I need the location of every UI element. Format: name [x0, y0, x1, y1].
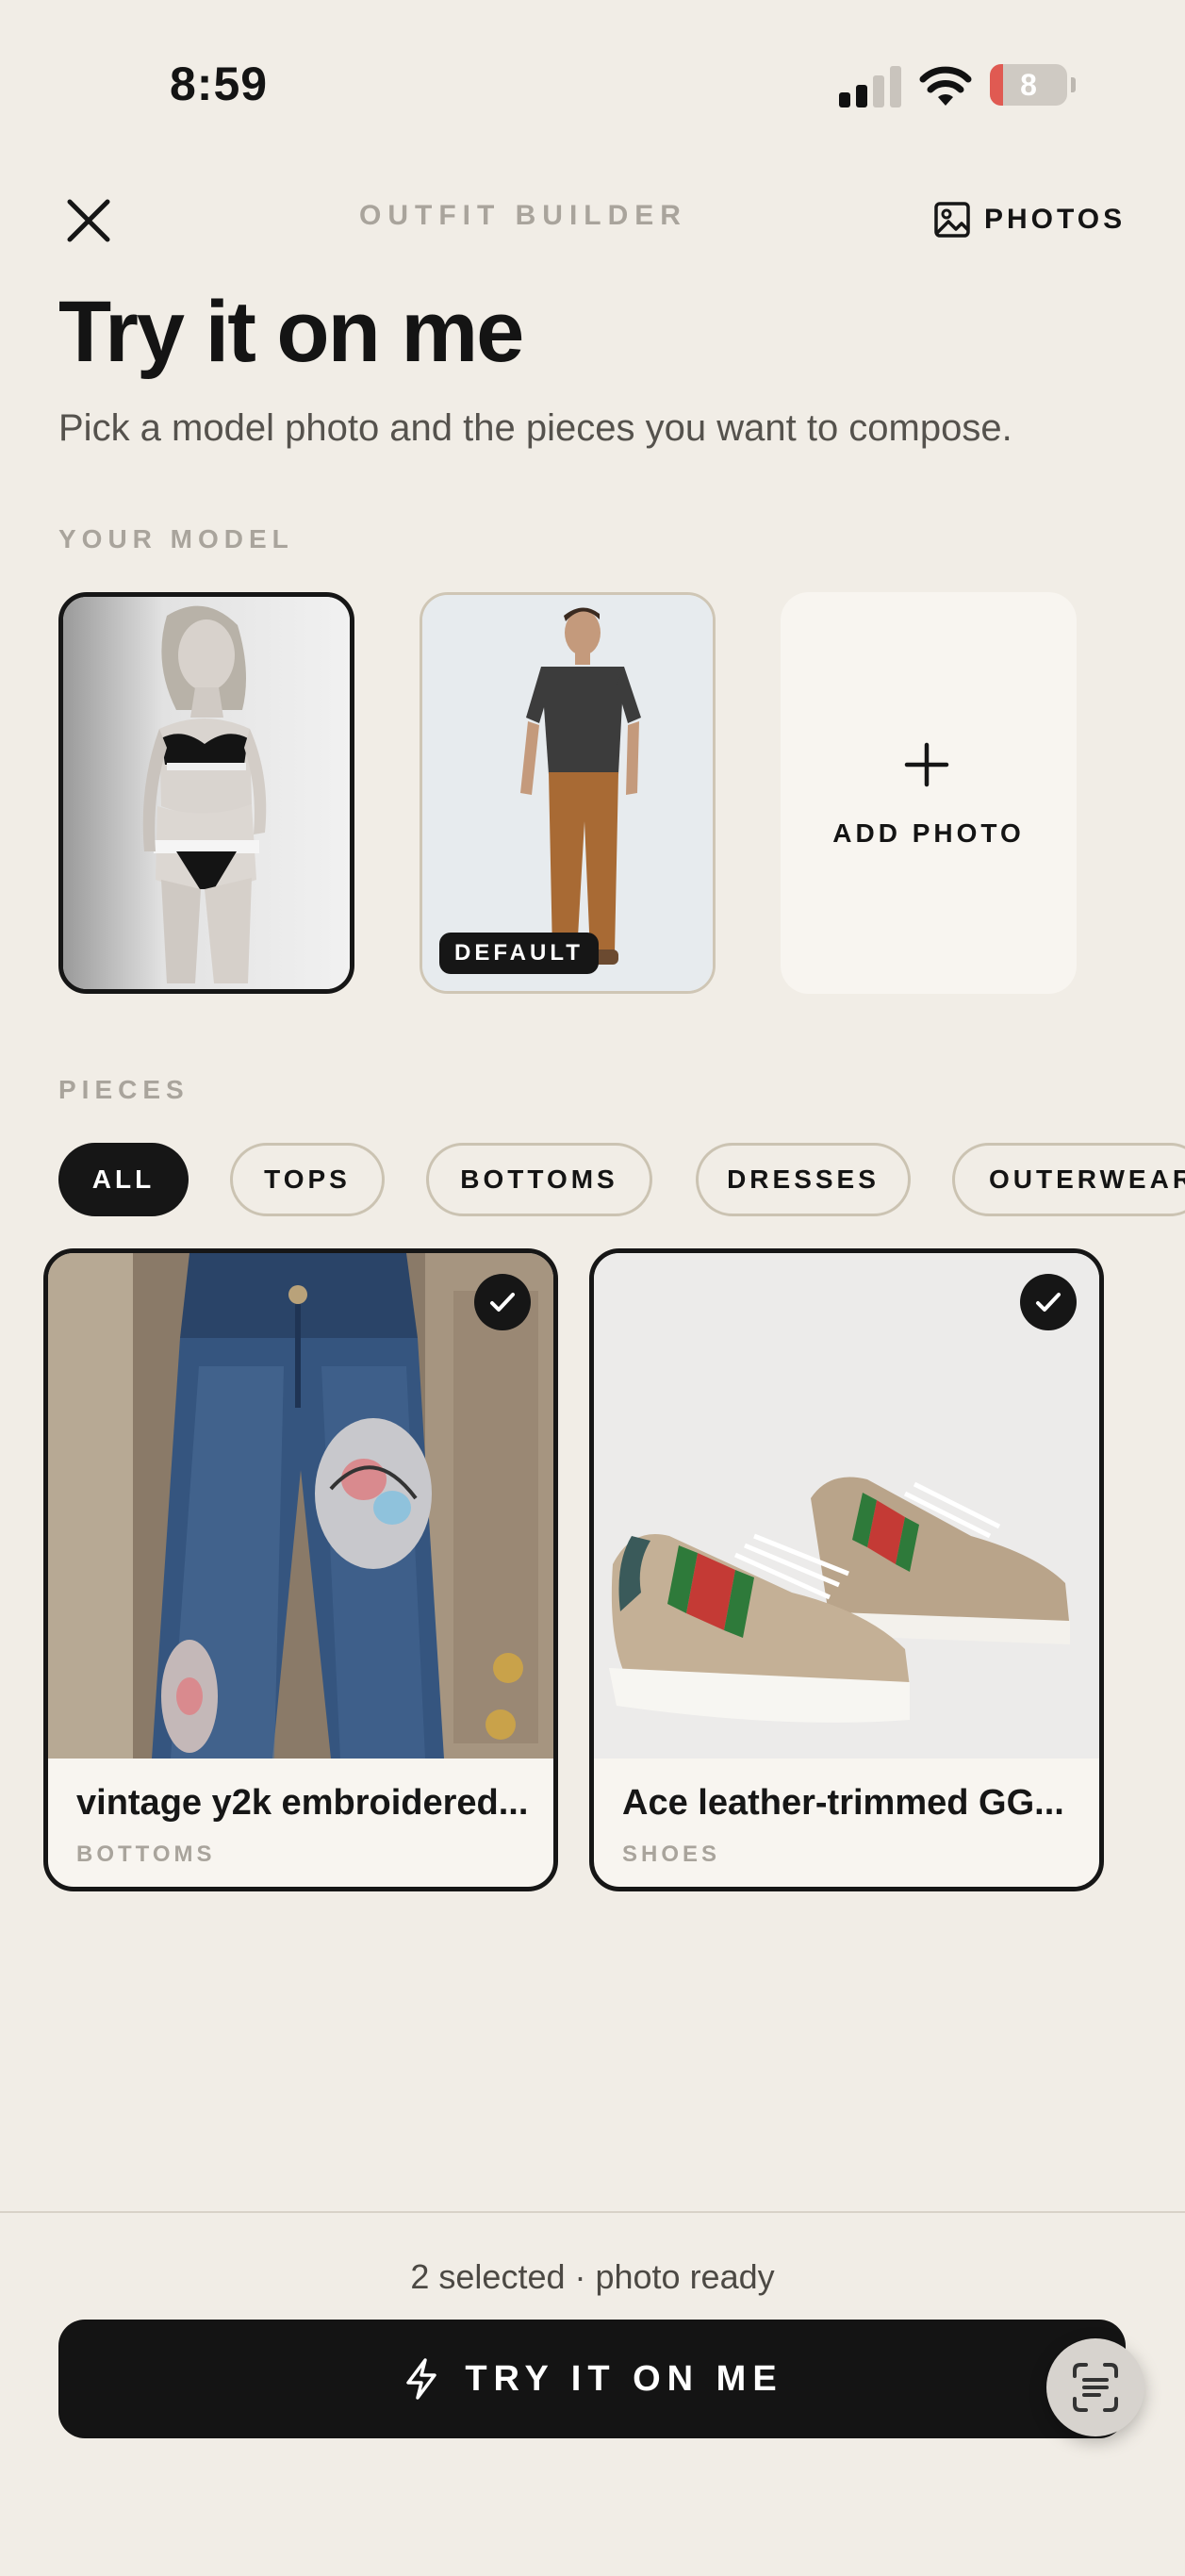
piece-category: SHOES — [622, 1841, 721, 1867]
wifi-icon — [919, 66, 972, 106]
model-photo-woman — [63, 597, 350, 989]
photos-button[interactable]: PHOTOS — [933, 196, 1126, 243]
filter-bottoms[interactable]: BOTTOMS — [426, 1143, 652, 1216]
status-time: 8:59 — [170, 58, 269, 110]
piece-name: Ace leather-trimmed GG... — [622, 1783, 1064, 1823]
filter-tops[interactable]: TOPS — [230, 1143, 385, 1216]
scan-text-button[interactable] — [1046, 2338, 1144, 2436]
battery-indicator: 8 — [990, 64, 1077, 107]
model-card-default[interactable]: DEFAULT — [420, 592, 716, 994]
scan-text-icon — [1073, 2363, 1118, 2412]
check-icon — [490, 1293, 515, 1312]
check-icon — [1036, 1293, 1061, 1312]
cellular-signal-icon — [839, 66, 903, 107]
plus-icon — [904, 742, 949, 787]
model-photo-man — [422, 595, 713, 991]
selected-check-jeans[interactable] — [474, 1274, 531, 1330]
page-subtitle: Pick a model photo and the pieces you wa… — [58, 407, 1012, 449]
filter-outerwear[interactable]: OUTERWEAR — [952, 1143, 1185, 1216]
piece-card-jeans[interactable]: vintage y2k embroidered... BOTTOMS — [43, 1248, 558, 1891]
cta-label: TRY IT ON ME — [465, 2358, 783, 2399]
pieces-label: PIECES — [58, 1075, 189, 1104]
page-title: Try it on me — [58, 284, 524, 380]
lightning-icon — [406, 2358, 437, 2400]
image-icon — [934, 202, 970, 238]
filter-dresses[interactable]: DRESSES — [696, 1143, 911, 1216]
your-model-label: YOUR MODEL — [58, 524, 294, 553]
piece-card-sneakers[interactable]: Ace leather-trimmed GG... SHOES — [589, 1248, 1104, 1891]
add-photo-button[interactable]: ADD PHOTO — [781, 592, 1077, 994]
photos-label: PHOTOS — [984, 204, 1127, 235]
try-it-on-me-button[interactable]: TRY IT ON ME — [58, 2320, 1126, 2438]
filter-all[interactable]: ALL — [58, 1143, 189, 1216]
battery-level: 8 — [1020, 68, 1037, 102]
header-title: OUTFIT BUILDER — [359, 200, 687, 231]
model-card-selected[interactable] — [58, 592, 354, 994]
default-badge: DEFAULT — [439, 933, 599, 974]
add-photo-label: ADD PHOTO — [832, 818, 1025, 848]
selected-check-sneakers[interactable] — [1020, 1274, 1077, 1330]
footer-divider — [0, 2211, 1185, 2213]
piece-name: vintage y2k embroidered... — [76, 1783, 529, 1823]
selection-status: 2 selected · photo ready — [410, 2257, 775, 2296]
piece-category: BOTTOMS — [76, 1841, 216, 1867]
